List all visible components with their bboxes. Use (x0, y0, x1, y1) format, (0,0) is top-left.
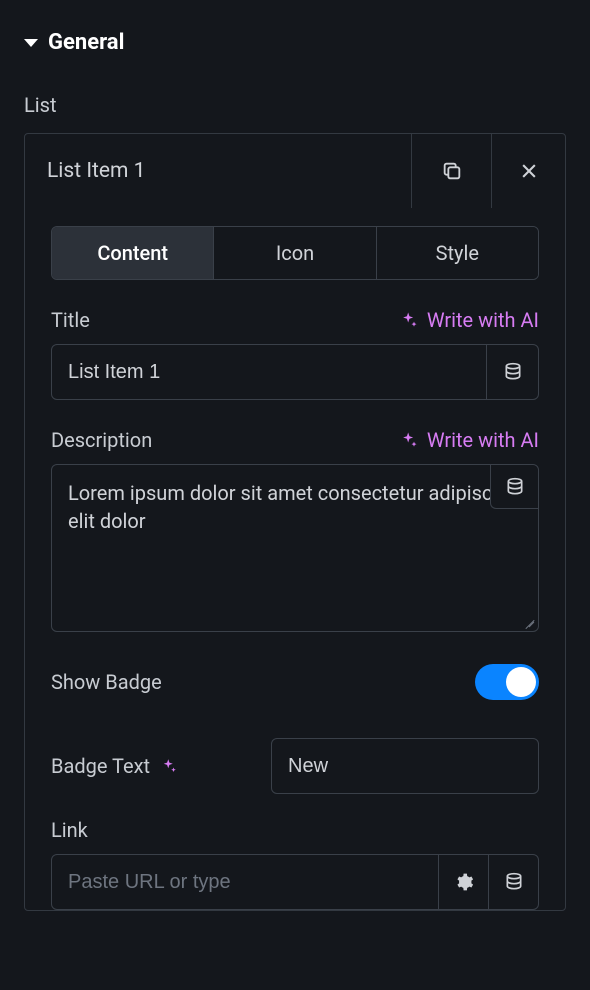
copy-icon (441, 160, 463, 182)
tab-style[interactable]: Style (376, 227, 538, 279)
write-with-ai-description[interactable]: Write with AI (399, 428, 539, 452)
badge-text-input[interactable] (272, 739, 539, 793)
show-badge-toggle[interactable] (475, 664, 539, 700)
section-header-general[interactable]: General (24, 0, 566, 65)
link-dynamic-button[interactable] (488, 855, 538, 909)
sparkle-icon (160, 757, 178, 775)
link-input[interactable] (52, 855, 438, 909)
description-textarea[interactable] (52, 465, 538, 631)
description-label: Description (51, 428, 152, 452)
toggle-knob (506, 667, 536, 697)
duplicate-button[interactable] (411, 134, 491, 208)
title-label: Title (51, 308, 90, 332)
database-icon (505, 477, 525, 497)
content-tabs: Content Icon Style (51, 226, 539, 280)
sparkle-icon (399, 310, 419, 330)
show-badge-label: Show Badge (51, 670, 162, 694)
gear-icon (454, 872, 474, 892)
tab-icon[interactable]: Icon (213, 227, 375, 279)
link-input-group (51, 854, 539, 910)
close-icon (519, 161, 539, 181)
sparkle-icon (399, 430, 419, 450)
description-textarea-wrap (51, 464, 539, 632)
database-icon (504, 872, 524, 892)
badge-text-label: Badge Text (51, 754, 150, 778)
title-input-group (51, 344, 539, 400)
link-label: Link (51, 794, 539, 854)
list-item-block: List Item 1 Content Icon Style (24, 133, 566, 911)
section-title: General (48, 30, 124, 55)
ai-link-label: Write with AI (427, 308, 539, 332)
badge-text-input-group (271, 738, 539, 794)
caret-down-icon (24, 39, 38, 47)
ai-link-label: Write with AI (427, 428, 539, 452)
description-dynamic-button[interactable] (490, 465, 538, 509)
close-button[interactable] (491, 134, 565, 208)
list-label: List (24, 65, 566, 129)
title-dynamic-button[interactable] (486, 345, 538, 399)
title-input[interactable] (52, 345, 486, 399)
list-item-title[interactable]: List Item 1 (25, 134, 411, 208)
write-with-ai-title[interactable]: Write with AI (399, 308, 539, 332)
link-settings-button[interactable] (438, 855, 488, 909)
tab-content[interactable]: Content (52, 227, 213, 279)
database-icon (503, 362, 523, 382)
